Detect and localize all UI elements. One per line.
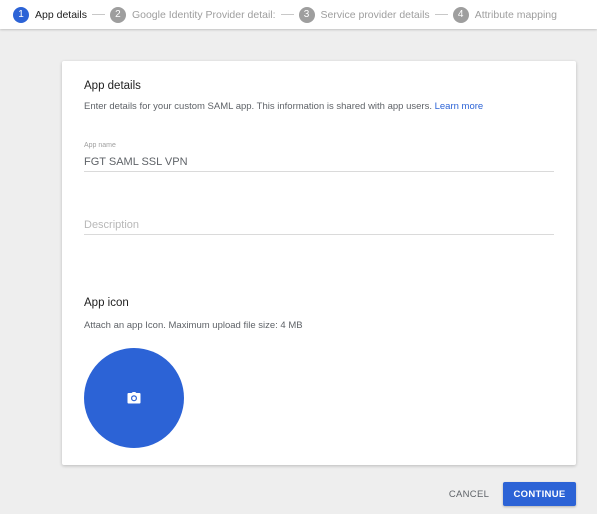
- app-icon-title: App icon: [84, 297, 129, 309]
- step-label: Google Identity Provider detail:: [131, 8, 276, 21]
- card-description-text: Enter details for your custom SAML app. …: [84, 101, 432, 112]
- app-details-card: App details Enter details for your custo…: [62, 61, 576, 465]
- app-name-label: App name: [84, 142, 116, 149]
- step-label: Attribute mapping: [474, 8, 557, 21]
- stepper: 1 App details 2 Google Identity Provider…: [0, 0, 597, 29]
- step-idp-details[interactable]: 2 Google Identity Provider detail:: [109, 6, 276, 23]
- continue-button[interactable]: CONTINUE: [503, 482, 576, 506]
- step-connector: [280, 14, 294, 15]
- step-attribute-mapping[interactable]: 4 Attribute mapping: [452, 6, 557, 23]
- step-app-details[interactable]: 1 App details: [13, 6, 87, 23]
- step-connector: [434, 14, 448, 15]
- camera-icon: [127, 392, 141, 404]
- step-number: 4: [452, 6, 469, 23]
- step-label: App details: [35, 8, 87, 21]
- description-input[interactable]: [84, 219, 554, 231]
- app-icon-description: Attach an app Icon. Maximum upload file …: [84, 320, 303, 331]
- step-service-provider-details[interactable]: 3 Service provider details: [298, 6, 430, 23]
- step-connector: [91, 14, 105, 15]
- cancel-button[interactable]: CANCEL: [441, 483, 497, 505]
- step-number: 2: [109, 6, 126, 23]
- card-description: Enter details for your custom SAML app. …: [84, 101, 483, 112]
- learn-more-link[interactable]: Learn more: [435, 101, 484, 112]
- step-number: 1: [13, 6, 29, 23]
- card-title: App details: [84, 80, 141, 92]
- app-icon-upload-button[interactable]: [84, 348, 184, 448]
- app-name-input[interactable]: [84, 156, 554, 168]
- app-name-underline: [84, 171, 554, 172]
- step-label: Service provider details: [320, 8, 430, 21]
- step-number: 3: [298, 6, 315, 23]
- description-underline: [84, 234, 554, 235]
